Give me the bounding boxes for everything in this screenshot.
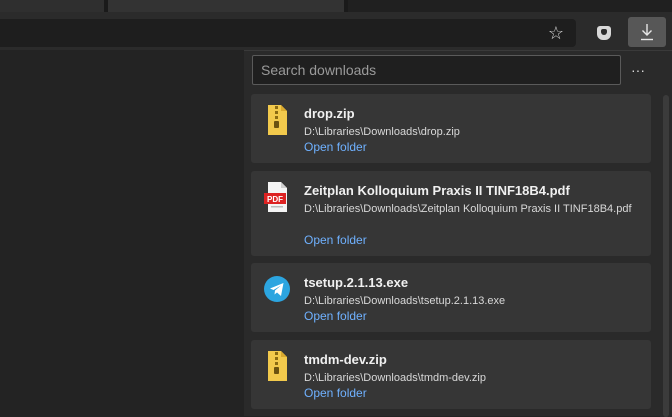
download-file-name: tmdm-dev.zip	[304, 352, 387, 367]
tab-strip	[0, 0, 672, 12]
open-folder-link[interactable]: Open folder	[304, 385, 367, 401]
download-file-name: Zeitplan Kolloquium Praxis II TINF18B4.p…	[304, 183, 570, 198]
download-item[interactable]: tsetup.2.1.13.exe D:\Libraries\Downloads…	[251, 263, 651, 332]
download-file-path: D:\Libraries\Downloads\drop.zip	[304, 126, 460, 138]
star-icon[interactable]: ☆	[544, 21, 568, 45]
download-item[interactable]: drop.zip D:\Libraries\Downloads\drop.zip…	[251, 94, 651, 163]
tab-strip-empty	[348, 0, 672, 12]
extension-button[interactable]	[590, 19, 618, 47]
address-bar[interactable]: ☆	[0, 19, 576, 47]
downloads-button[interactable]	[628, 17, 666, 47]
pdf-icon: PDF	[264, 182, 287, 212]
zip-icon	[268, 351, 287, 381]
download-item[interactable]: PDF Zeitplan Kolloquium Praxis II TINF18…	[251, 171, 651, 256]
browser-tab-active[interactable]	[108, 0, 344, 12]
browser-toolbar: ☆	[0, 12, 672, 50]
search-downloads-input[interactable]	[252, 55, 621, 85]
download-item[interactable]: tmdm-dev.zip D:\Libraries\Downloads\tmdm…	[251, 340, 651, 409]
downloads-panel: ··· drop.zip D:\Libraries\Downloads\drop…	[244, 50, 672, 417]
download-file-path: D:\Libraries\Downloads\Zeitplan Kolloqui…	[304, 203, 632, 215]
telegram-icon	[264, 276, 290, 302]
download-icon	[641, 24, 653, 41]
open-folder-link[interactable]: Open folder	[304, 232, 367, 248]
zip-icon	[268, 105, 287, 135]
open-folder-link[interactable]: Open folder	[304, 308, 367, 324]
svg-text:PDF: PDF	[267, 195, 283, 204]
more-options-button[interactable]: ···	[628, 57, 648, 83]
open-folder-link[interactable]: Open folder	[304, 139, 367, 155]
panel-scrollbar[interactable]	[660, 95, 672, 417]
scrollbar-thumb[interactable]	[663, 95, 669, 417]
download-file-name: drop.zip	[304, 106, 355, 121]
download-file-path: D:\Libraries\Downloads\tsetup.2.1.13.exe	[304, 295, 506, 307]
extension-shield-icon	[597, 26, 611, 40]
browser-tab[interactable]	[0, 0, 104, 12]
page-content	[0, 50, 244, 416]
download-file-name: tsetup.2.1.13.exe	[304, 275, 409, 290]
download-file-path: D:\Libraries\Downloads\tmdm-dev.zip	[304, 372, 486, 384]
